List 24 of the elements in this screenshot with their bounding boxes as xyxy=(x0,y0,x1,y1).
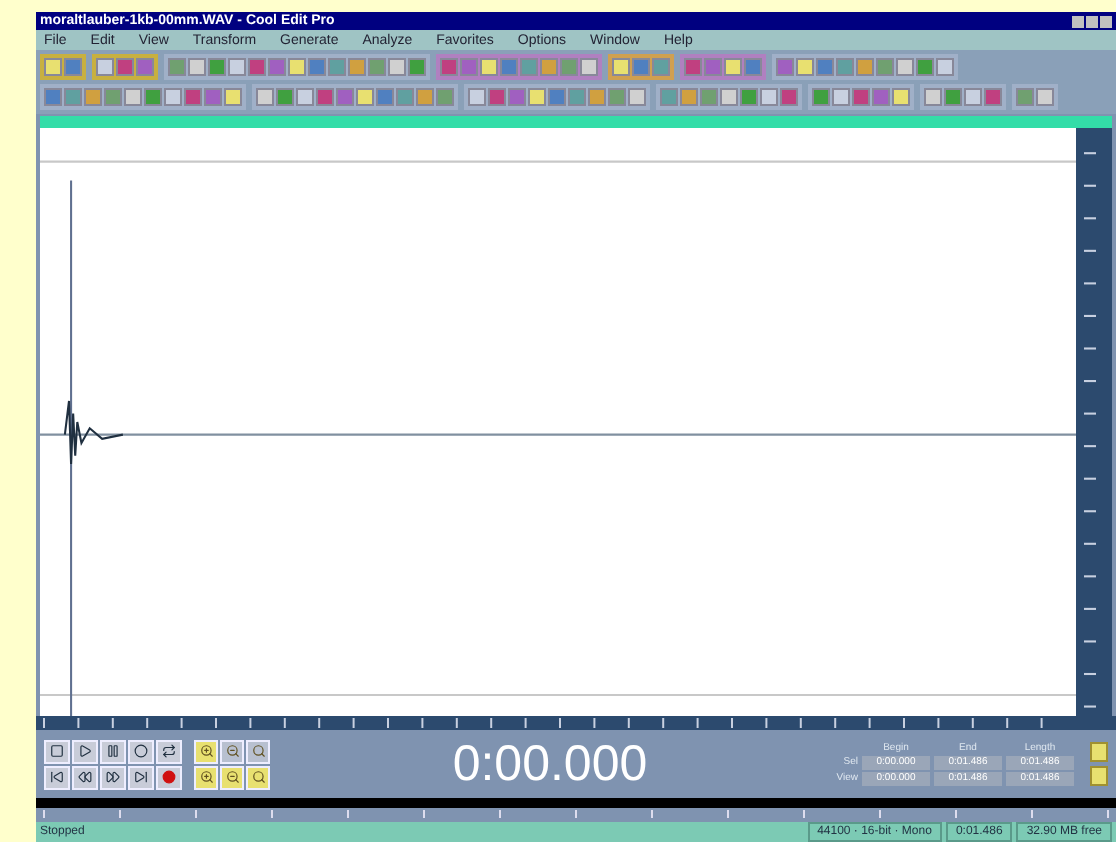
transport-button[interactable] xyxy=(100,765,126,789)
transport-icon xyxy=(134,744,148,758)
zoom-icon xyxy=(199,770,213,784)
zoom-icon xyxy=(199,744,213,758)
zoom-icon xyxy=(251,744,265,758)
transport-icon xyxy=(162,744,176,758)
transport-button[interactable] xyxy=(128,765,154,789)
transport-button[interactable] xyxy=(44,765,70,789)
zoom-icon xyxy=(225,770,239,784)
transport-button[interactable] xyxy=(44,739,70,763)
transport-icon xyxy=(106,744,120,758)
transport-button[interactable] xyxy=(72,739,98,763)
transport-icon xyxy=(134,770,148,784)
zoom-icon xyxy=(251,770,265,784)
transport-icon xyxy=(106,770,120,784)
transport-icon xyxy=(78,770,92,784)
time-display: 0:00.000 xyxy=(452,739,648,789)
transport-icon xyxy=(50,770,64,784)
transport-button[interactable] xyxy=(72,765,98,789)
transport-button[interactable] xyxy=(100,739,126,763)
zoom-icon xyxy=(225,744,239,758)
record-icon xyxy=(162,770,176,784)
transport-button[interactable] xyxy=(156,739,182,763)
transport-button[interactable] xyxy=(128,739,154,763)
